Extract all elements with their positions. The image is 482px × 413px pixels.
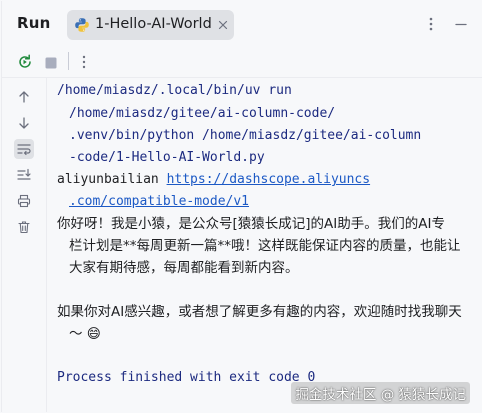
tool-window-title: Run (17, 14, 51, 32)
exit-status: Process finished with exit code 0 (57, 370, 316, 385)
api-url-link[interactable]: https://dashscope.aliyuncs (167, 172, 371, 187)
python-icon (74, 17, 90, 33)
api-url-link[interactable]: .com/compatible-mode/v1 (69, 194, 249, 209)
run-tab[interactable]: 1-Hello-AI-World (67, 10, 234, 40)
console-output[interactable]: /home/miasdz/.local/bin/uv run /home/mia… (46, 78, 482, 412)
scroll-to-end-icon[interactable] (14, 165, 34, 185)
output-line: 大家有期待感，每周都能看到新内容。 (69, 260, 299, 276)
output-line: .com/compatible-mode/v1 (69, 192, 249, 212)
close-icon[interactable] (215, 17, 231, 33)
output-line: 栏计划是**每周更新一篇**哦！这样既能保证内容的质量，也能让 (69, 238, 461, 254)
output-line: 如果你对AI感兴趣，或者想了解更多有趣的内容，欢迎随时找我聊天 (57, 304, 462, 320)
more-vertical-icon[interactable] (423, 14, 439, 34)
run-tool-window: Run 1-Hello-AI-World /home/miasdz/.local… (1, 1, 482, 412)
output-line: ～ 😄 (69, 326, 101, 342)
stop-icon[interactable] (44, 55, 58, 69)
command-line: -code/1-Hello-AI-World.py (69, 150, 265, 165)
provider-name: aliyunbailian (57, 172, 167, 187)
arrow-up-icon[interactable] (14, 87, 34, 107)
command-line: /home/miasdz/gitee/ai-column-code/ (69, 106, 336, 121)
minimize-icon[interactable] (453, 14, 469, 34)
soft-wrap-icon[interactable] (14, 139, 34, 159)
tool-window-header: Run 1-Hello-AI-World (2, 1, 482, 45)
output-line: 你好呀！我是小猿，是公众号[猿猿长成记]的AI助手。我们的AI专 (57, 216, 445, 232)
arrow-down-icon[interactable] (14, 113, 34, 133)
command-line: /home/miasdz/.local/bin/uv run (57, 83, 292, 98)
toolbar-separator (68, 52, 69, 70)
more-vertical-icon[interactable] (79, 53, 89, 71)
rerun-icon[interactable] (16, 53, 34, 71)
print-icon[interactable] (14, 191, 34, 211)
trash-icon[interactable] (14, 217, 34, 237)
output-line: aliyunbailian https://dashscope.aliyuncs (57, 170, 370, 190)
run-toolbar (2, 45, 482, 78)
console-action-gutter (2, 78, 46, 412)
command-line: .venv/bin/python /home/miasdz/gitee/ai-c… (69, 128, 422, 143)
watermark: 掘金技术社区 @ 猿猿长成记 (291, 382, 470, 404)
run-tab-label: 1-Hello-AI-World (95, 16, 212, 32)
